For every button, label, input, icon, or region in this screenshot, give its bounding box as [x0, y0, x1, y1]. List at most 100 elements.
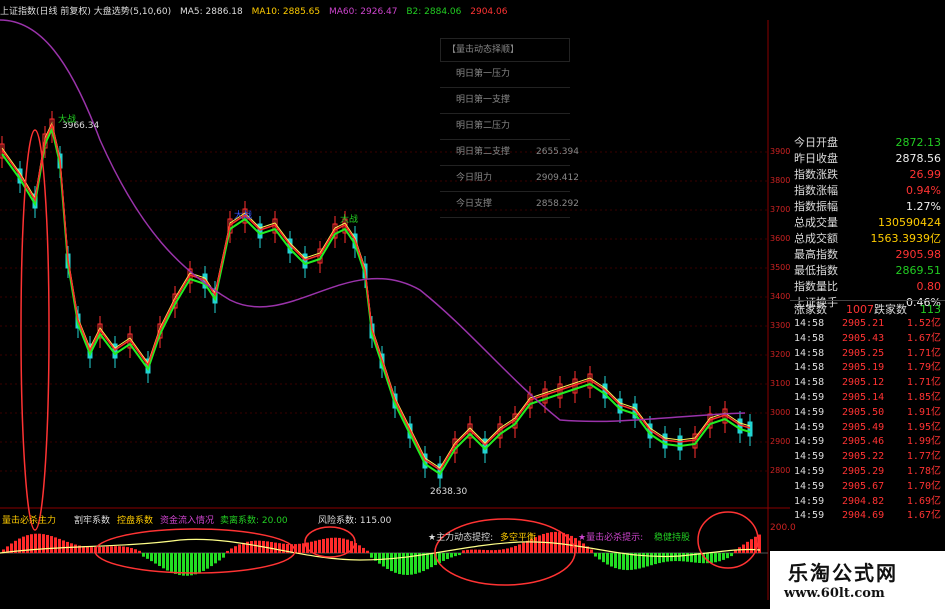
indicator-bar	[390, 553, 393, 572]
indicator-bar	[58, 538, 61, 553]
tick-time: 14:58	[794, 318, 825, 329]
indicator-bar	[746, 541, 749, 553]
indicator-bar	[726, 553, 729, 559]
indicator-bar	[598, 553, 601, 560]
indicator-bar	[538, 535, 541, 553]
indicator-bar	[478, 549, 481, 553]
indicator-bar	[614, 553, 617, 569]
indicator-bar	[402, 553, 405, 575]
price-axis-label: 3100	[770, 379, 791, 388]
tick-volume: 1.67亿	[906, 332, 941, 344]
indicator-bar	[506, 548, 509, 553]
tick-volume: 1.91亿	[906, 406, 941, 418]
indicator-bar	[486, 550, 489, 553]
indicator-bar	[458, 553, 461, 556]
indicator-bar	[70, 543, 73, 553]
quote-row: 最低指数 2869.51	[790, 263, 945, 279]
tick-row: 14:59 2905.22 1.77亿	[790, 450, 945, 465]
indicator-bar	[714, 553, 717, 563]
quote-value: 1563.3939亿	[870, 232, 942, 245]
indicator-bar	[490, 550, 493, 553]
indicator-bar	[114, 546, 117, 553]
tick-row: 14:59 2905.14 1.85亿	[790, 391, 945, 406]
tick-volume: 1.70亿	[906, 480, 941, 492]
forecast-panel: 【量击动态择顺】 明日第一压力 明日第一支撑 明日第二压力 明日第二支撑 2655.39…	[440, 38, 579, 218]
forecast-row: 明日第一支撑	[440, 88, 570, 114]
indicator-bar	[650, 553, 653, 566]
tick-list[interactable]: 14:58 2905.21 1.52亿 14:58 2905.43 1.67亿 14:58 2…	[790, 317, 945, 524]
indicator-bar	[482, 549, 485, 553]
extra-value: 2904.06	[470, 7, 508, 17]
indicator-bar	[54, 537, 57, 553]
signal-tag-3: 大战	[340, 215, 359, 225]
indicator-bar	[474, 549, 477, 553]
forecast-value: 2655.394	[536, 147, 579, 157]
candle-body	[747, 421, 753, 437]
tick-price: 2905.19	[842, 362, 885, 374]
indicator-bar	[678, 553, 681, 562]
quote-label: 指数涨跌	[794, 168, 838, 181]
indicator-bar	[202, 553, 205, 571]
tick-time: 14:58	[794, 377, 825, 389]
price-axis-label: 3400	[770, 292, 791, 301]
quote-label: 指数涨幅	[794, 184, 838, 197]
indicator-bar	[234, 546, 237, 553]
tick-volume: 1.71亿	[906, 347, 941, 359]
indicator-bar	[330, 537, 333, 553]
indicator-bar	[386, 553, 389, 569]
indicator-bar	[498, 549, 501, 553]
status-title: ★主力动态提控:	[428, 533, 494, 543]
price-axis-label: 3200	[770, 350, 791, 359]
brand-name: 乐淘公式网	[788, 561, 898, 585]
indicator-bar	[654, 553, 657, 565]
price-axis-label: 2900	[770, 437, 791, 446]
quote-value: 2878.56	[895, 152, 942, 165]
indicator-bar	[254, 540, 257, 553]
tick-row: 14:58 2905.12 1.71亿	[790, 376, 945, 391]
indicator-bar	[510, 547, 513, 553]
forecast-label: 明日第一压力	[456, 69, 511, 79]
tick-volume: 1.99亿	[906, 436, 941, 448]
indicator-bar	[558, 532, 561, 553]
quote-row: 最高指数 2905.98	[790, 247, 945, 263]
quote-value: 0.80	[916, 280, 942, 293]
tick-time: 14:59	[794, 465, 825, 477]
indicator-bar	[38, 533, 41, 553]
forecast-row: 明日第一压力	[440, 62, 570, 88]
quote-label: 最低指数	[794, 264, 838, 277]
price-axis-label: 2800	[770, 466, 791, 475]
indicator-bar	[362, 547, 365, 553]
indicator-bar	[454, 553, 457, 557]
indicator-bar	[98, 547, 101, 553]
indicator-bar	[198, 553, 201, 573]
indicator-bar	[342, 538, 345, 553]
indicator-bar	[562, 532, 565, 553]
indicator-bar	[722, 553, 725, 560]
indicator-bar	[710, 553, 713, 563]
tick-price: 2905.14	[842, 391, 885, 403]
tick-volume: 1.85亿	[906, 391, 941, 403]
tick-row: 14:58 2905.25 1.71亿	[790, 347, 945, 362]
indicator-bar	[674, 553, 677, 562]
indicator-bar	[42, 534, 45, 553]
quote-label: 最高指数	[794, 248, 838, 261]
tick-volume: 1.77亿	[906, 451, 941, 463]
indicator-bar	[314, 540, 317, 553]
indicator-bar	[742, 544, 745, 553]
chart-title: 上证指数(日线 前复权) 大盘选势(5,10,60)	[0, 7, 172, 17]
indicator-bar	[602, 553, 605, 563]
forecast-row: 明日第二支撑 2655.394	[440, 140, 579, 166]
tick-row: 14:59 2905.49 1.95亿	[790, 421, 945, 436]
tick-volume: 1.95亿	[906, 421, 941, 433]
up-label: 涨家数	[794, 303, 827, 316]
quote-label: 指数振幅	[794, 200, 838, 213]
tick-row: 14:59 2905.46 1.99亿	[790, 435, 945, 450]
indicator-bar	[554, 531, 557, 553]
tick-price: 2905.67	[842, 480, 885, 492]
quote-label: 昨日收盘	[794, 152, 838, 165]
indicator-bar	[298, 543, 301, 553]
tick-time: 14:59	[794, 510, 825, 522]
indicator-bar	[318, 539, 321, 553]
indicator-bar	[622, 553, 625, 570]
tick-volume: 1.78亿	[906, 465, 941, 477]
